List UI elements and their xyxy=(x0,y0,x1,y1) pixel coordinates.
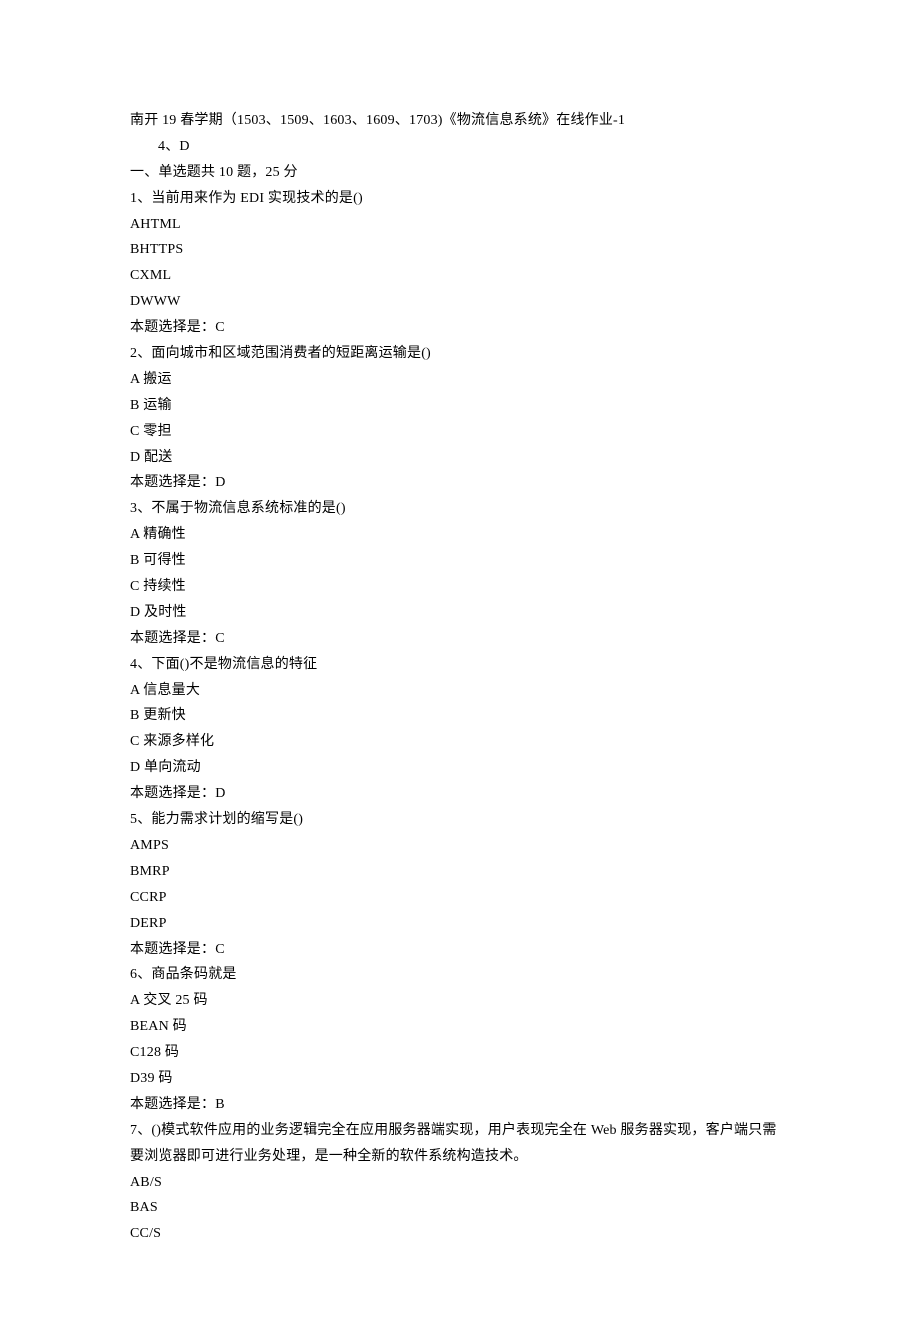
text-line: A 信息量大 xyxy=(130,678,790,704)
text-line: AHTML xyxy=(130,212,790,238)
text-line: A 交叉 25 码 xyxy=(130,988,790,1014)
text-line: AB/S xyxy=(130,1170,790,1196)
text-line: 4、下面()不是物流信息的特征 xyxy=(130,652,790,678)
text-line: B 可得性 xyxy=(130,548,790,574)
text-line: 一、单选题共 10 题，25 分 xyxy=(130,160,790,186)
text-line: B 更新快 xyxy=(130,703,790,729)
text-line: 3、不属于物流信息系统标准的是() xyxy=(130,496,790,522)
text-line: CCRP xyxy=(130,885,790,911)
text-line: AMPS xyxy=(130,833,790,859)
text-line: 本题选择是：D xyxy=(130,470,790,496)
text-line: 本题选择是：C xyxy=(130,315,790,341)
text-line: CC/S xyxy=(130,1221,790,1247)
text-line: A 精确性 xyxy=(130,522,790,548)
text-line: D 单向流动 xyxy=(130,755,790,781)
text-line: 2、面向城市和区域范围消费者的短距离运输是() xyxy=(130,341,790,367)
text-line: BMRP xyxy=(130,859,790,885)
text-line: 1、当前用来作为 EDI 实现技术的是() xyxy=(130,186,790,212)
text-line: 本题选择是：B xyxy=(130,1092,790,1118)
text-line: DWWW xyxy=(130,289,790,315)
text-line: 本题选择是：D xyxy=(130,781,790,807)
text-line: D 及时性 xyxy=(130,600,790,626)
text-line: 5、能力需求计划的缩写是() xyxy=(130,807,790,833)
text-line: BAS xyxy=(130,1195,790,1221)
text-line: D 配送 xyxy=(130,445,790,471)
text-line: C 持续性 xyxy=(130,574,790,600)
document-body: 南开 19 春学期（1503、1509、1603、1609、1703)《物流信息… xyxy=(130,108,790,1247)
text-line: 本题选择是：C xyxy=(130,626,790,652)
text-line: 本题选择是：C xyxy=(130,937,790,963)
text-line: B 运输 xyxy=(130,393,790,419)
text-line: DERP xyxy=(130,911,790,937)
text-line: 南开 19 春学期（1503、1509、1603、1609、1703)《物流信息… xyxy=(130,108,790,134)
text-line: A 搬运 xyxy=(130,367,790,393)
text-line: C 来源多样化 xyxy=(130,729,790,755)
text-line: C 零担 xyxy=(130,419,790,445)
text-line: 4、D xyxy=(130,134,790,160)
text-line: CXML xyxy=(130,263,790,289)
text-line: 7、()模式软件应用的业务逻辑完全在应用服务器端实现，用户表现完全在 Web 服… xyxy=(130,1118,790,1170)
document-page: 南开 19 春学期（1503、1509、1603、1609、1703)《物流信息… xyxy=(0,0,920,1327)
text-line: 6、商品条码就是 xyxy=(130,962,790,988)
text-line: D39 码 xyxy=(130,1066,790,1092)
text-line: BEAN 码 xyxy=(130,1014,790,1040)
text-line: C128 码 xyxy=(130,1040,790,1066)
text-line: BHTTPS xyxy=(130,237,790,263)
